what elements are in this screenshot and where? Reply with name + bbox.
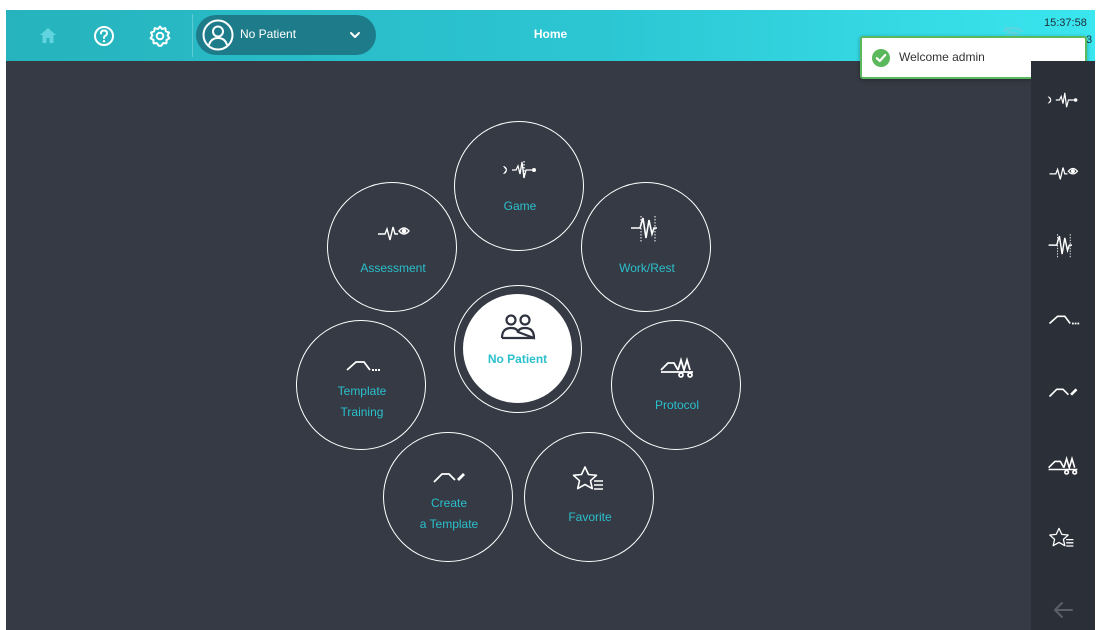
template-training-icon [337,349,387,381]
center-patient-button[interactable]: No Patient [454,285,582,413]
center-patient-disc: No Patient [463,294,572,403]
assessment-eye-icon [1049,167,1079,180]
center-label: No Patient [487,352,548,366]
rail-favorite-button[interactable] [1031,518,1095,558]
game-label: Game [503,199,537,213]
template-training-label-line1: Template [337,384,387,398]
patients-icon [500,313,536,341]
assessment-eye-icon [368,217,418,249]
rail-template-training-button[interactable] [1031,299,1095,339]
arrow-left-icon [1054,602,1073,618]
template-training-icon [1048,315,1080,325]
assessment-button[interactable]: Assessment [327,182,457,312]
game-signal-icon [495,154,545,186]
rail-back-button[interactable] [1031,590,1095,630]
protocol-icon [1048,455,1078,475]
work-rest-icon [622,213,672,245]
work-rest-button[interactable]: Work/Rest [581,182,711,312]
protocol-button[interactable]: Protocol [611,320,741,450]
favorite-list-icon [565,463,615,495]
toast-message: Welcome admin [899,50,985,64]
create-template-icon [424,461,474,493]
rail-create-template-button[interactable] [1031,372,1095,412]
clock: 15:37:58 [1044,17,1087,29]
favorite-button[interactable]: Favorite [524,432,654,562]
app-window: No Patient Home 15:37:58 3 Welcome admin… [6,10,1095,630]
create-template-icon [1048,388,1078,398]
work-rest-label: Work/Rest [619,261,675,275]
work-rest-icon [1048,234,1072,258]
game-button[interactable]: Game [454,121,584,251]
template-training-button[interactable]: Template Training [296,320,426,450]
check-circle-icon [872,49,890,67]
right-rail [1031,61,1095,630]
rail-work-rest-button[interactable] [1031,226,1095,266]
rail-assessment-button[interactable] [1031,153,1095,193]
rail-game-button[interactable] [1031,80,1095,120]
create-template-label-line2: a Template [419,517,479,531]
rail-protocol-button[interactable] [1031,445,1095,485]
protocol-label: Protocol [654,398,700,412]
favorite-label: Favorite [568,510,612,524]
assessment-label: Assessment [360,261,426,275]
protocol-icon [652,351,702,383]
game-signal-icon [1047,92,1078,108]
create-template-label-line1: Create [430,496,468,510]
favorite-list-icon [1049,527,1074,547]
template-training-label-line2: Training [340,405,384,419]
create-template-button[interactable]: Create a Template [383,432,513,562]
